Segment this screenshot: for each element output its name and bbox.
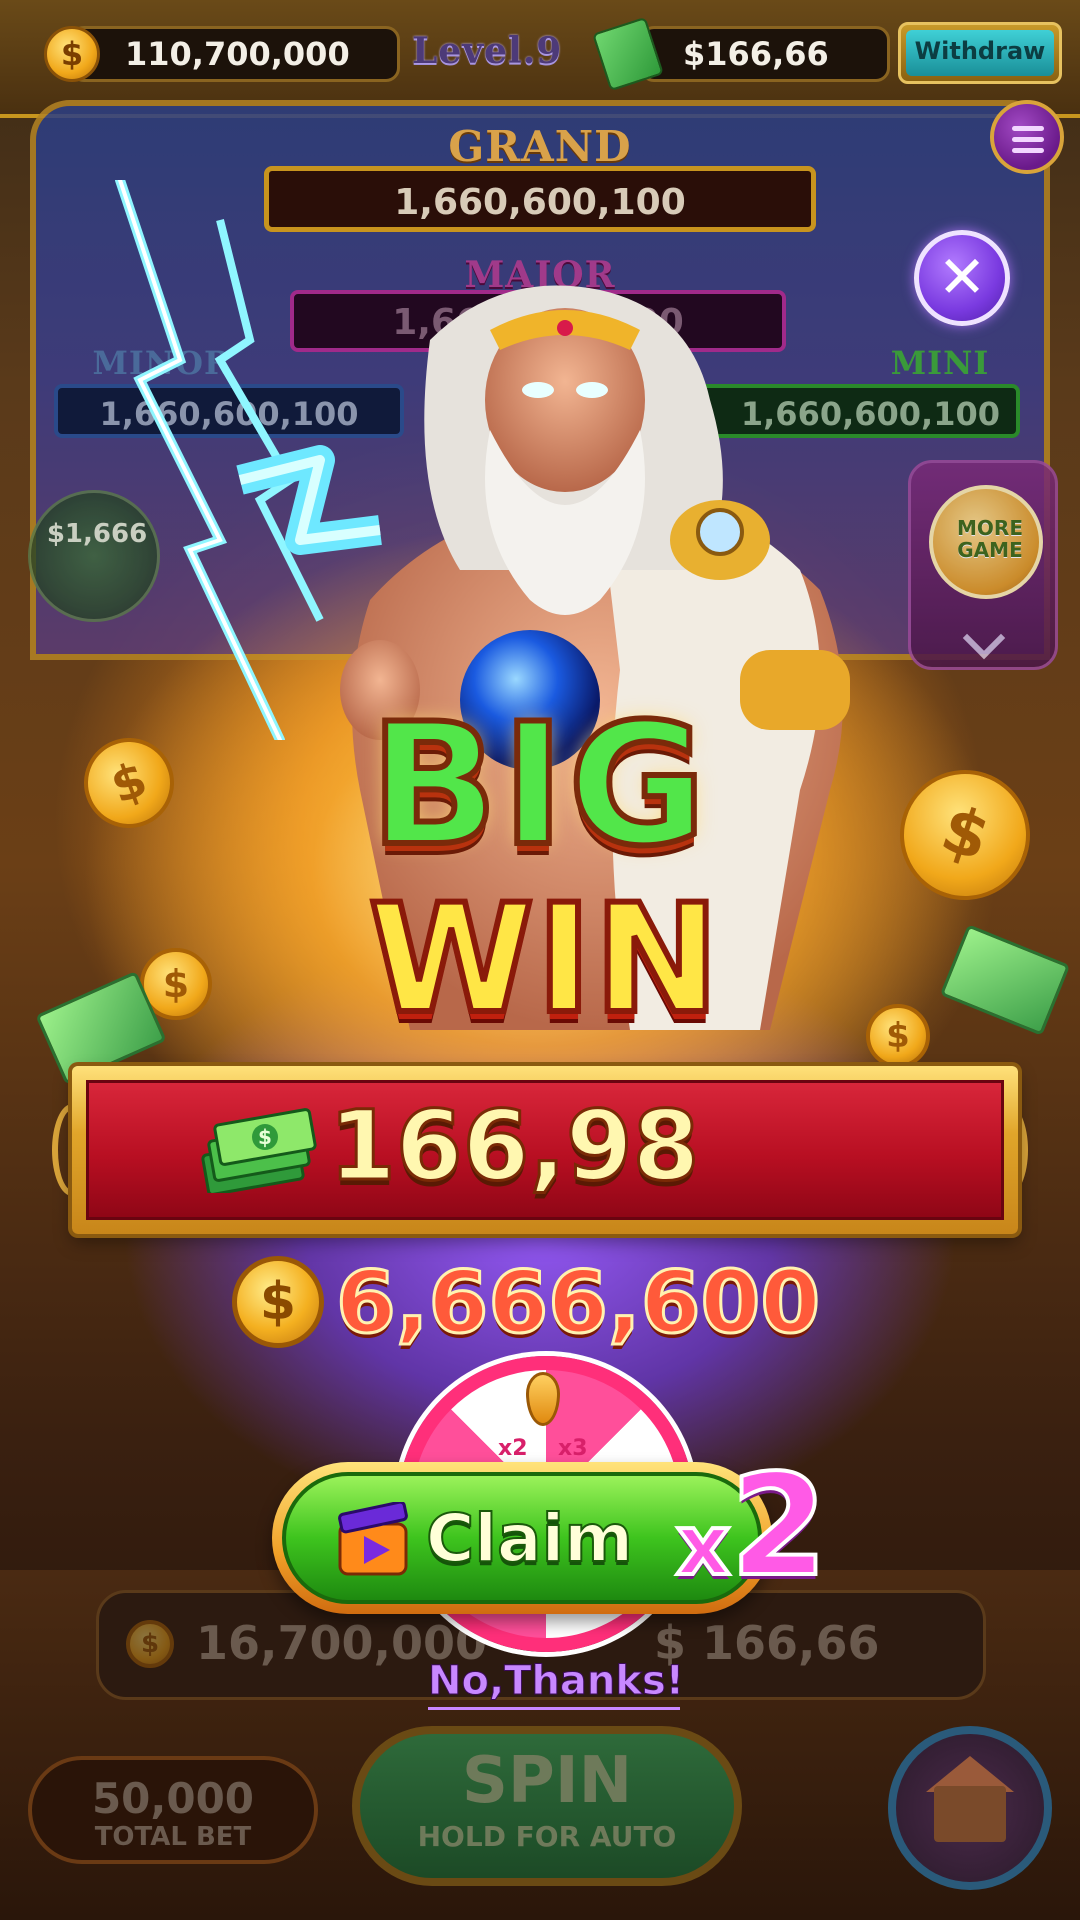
dollar-coin-icon: $: [232, 1256, 324, 1348]
svg-text:$: $: [258, 1125, 272, 1149]
flying-coin: $: [866, 1004, 930, 1068]
house-button[interactable]: [888, 1726, 1052, 1890]
menu-icon: [1012, 126, 1044, 131]
no-thanks-link[interactable]: No,Thanks!: [428, 1654, 685, 1710]
coin-balance: 110,700,000: [125, 35, 350, 73]
claim-multiplier: x2: [674, 1450, 876, 1604]
total-bet-value: 50,000: [91, 1774, 255, 1823]
menu-button[interactable]: [990, 100, 1064, 174]
cash-balance-pill: $166,66: [640, 26, 890, 82]
claim-label: Claim: [425, 1499, 634, 1578]
big-title: BIG: [367, 687, 711, 883]
win-title: WIN: [366, 873, 723, 1047]
spin-sub-label: HOLD FOR AUTO: [417, 1820, 677, 1853]
cash-prize-panel: $ 166,98: [86, 1080, 1004, 1220]
dollar-coin-icon: $: [126, 1620, 174, 1668]
coin-win-amount: 6,666,600: [335, 1252, 822, 1355]
close-button[interactable]: ✕: [914, 230, 1010, 326]
withdraw-button[interactable]: Withdraw: [898, 22, 1062, 84]
cash-balance: $166,66: [683, 35, 829, 73]
video-ad-icon: [338, 1502, 408, 1576]
multiplier-value: 2: [728, 1445, 829, 1608]
total-bet-label: TOTAL BET: [94, 1822, 252, 1852]
wheel-label: x2: [498, 1436, 528, 1461]
grand-label: GRAND: [448, 122, 632, 171]
cash-stack-icon: $: [201, 1108, 317, 1193]
spin-button[interactable]: SPIN HOLD FOR AUTO: [352, 1726, 742, 1886]
wheel-label: x3: [558, 1436, 588, 1461]
close-icon: ✕: [937, 243, 987, 311]
menu-icon-bar: [1012, 148, 1044, 153]
coin-balance-pill: 110,700,000: [70, 26, 400, 82]
spin-label: SPIN: [461, 1744, 633, 1818]
menu-icon-bar: [1012, 137, 1044, 142]
cash-prize-banner: $ 166,98: [72, 1066, 1018, 1234]
bottom-cash-balance: $ 166,66: [654, 1616, 880, 1670]
multiplier-x: x: [674, 1494, 732, 1596]
level-label: Level.9: [412, 30, 563, 72]
house-icon-body: [934, 1786, 1006, 1842]
mini-label: MINI: [890, 344, 990, 382]
dollar-coin-icon: $: [44, 26, 100, 82]
game-screen: 110,700,000 $ Level.9 $166,66 Withdraw G…: [0, 0, 1080, 1920]
total-bet-display[interactable]: 50,000 TOTAL BET: [28, 1756, 318, 1864]
lightning-bolt-illustration: [115, 180, 382, 740]
withdraw-label: Withdraw: [906, 30, 1054, 76]
cash-win-amount: 166,98: [328, 1090, 701, 1203]
